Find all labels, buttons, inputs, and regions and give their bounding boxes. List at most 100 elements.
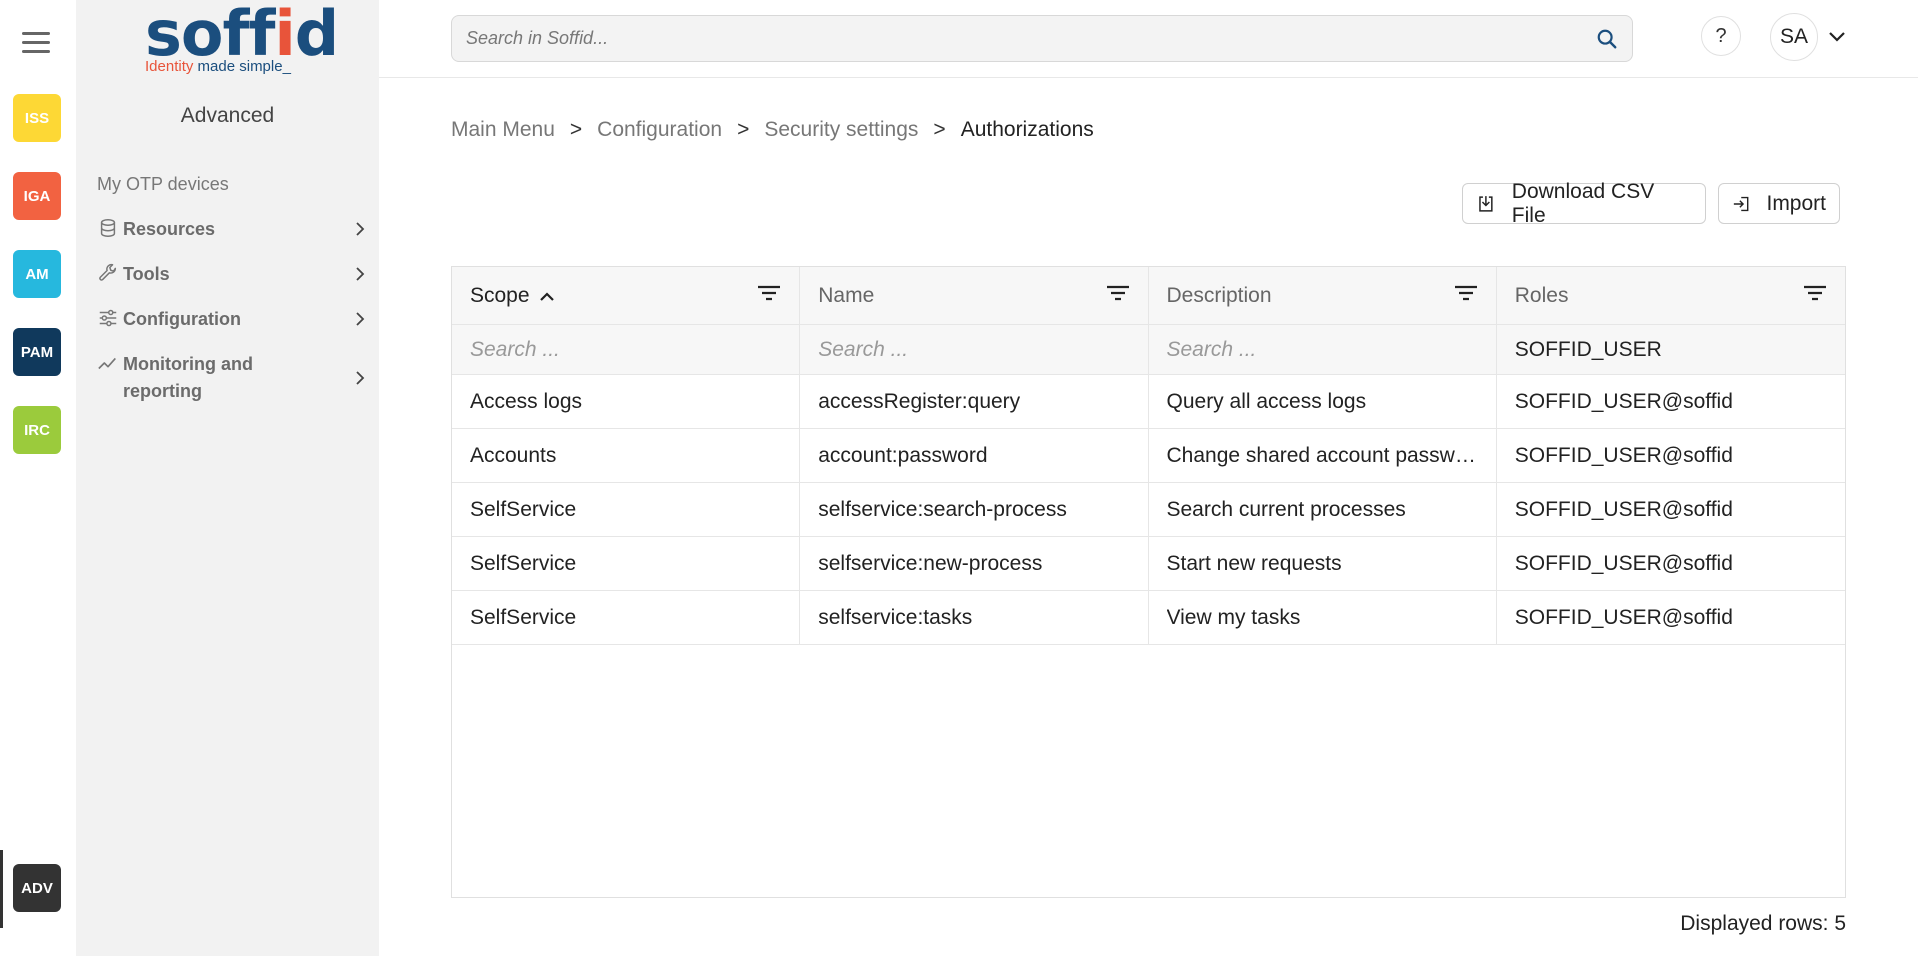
- cell-description: Query all access logs: [1149, 375, 1497, 428]
- chart-line-icon: [98, 357, 116, 370]
- table-row[interactable]: Access logs accessRegister:query Query a…: [452, 375, 1845, 429]
- cell-description-text: Change shared account passwords: [1166, 443, 1477, 467]
- cell-description-text: Search current processes: [1166, 497, 1406, 521]
- cell-roles: SOFFID_USER@soffid: [1514, 389, 1733, 413]
- download-icon: [1479, 195, 1493, 212]
- search-icon[interactable]: [1596, 28, 1618, 50]
- sidebar-item-configuration[interactable]: Configuration: [97, 306, 367, 333]
- breadcrumb-separator: >: [569, 118, 583, 141]
- cell-roles: SOFFID_USER@soffid: [1514, 443, 1733, 467]
- download-csv-button[interactable]: Download CSV File: [1462, 180, 1706, 227]
- chevron-right-icon: [356, 371, 365, 385]
- breadcrumb-separator: >: [933, 118, 946, 141]
- app-tile-iss[interactable]: ISS: [13, 94, 61, 142]
- app-tile-iga[interactable]: IGA: [13, 172, 61, 220]
- logo-tagline-b: made simple_: [193, 58, 291, 75]
- filter-cell-description: [1149, 325, 1497, 374]
- app-tile-pam[interactable]: PAM: [13, 328, 61, 376]
- cell-name: accessRegister:query: [800, 375, 1149, 428]
- cell-scope: SelfService: [452, 537, 801, 590]
- app-rail: ISS IGA AM PAM IRC ADV: [0, 0, 76, 956]
- table-row[interactable]: Accounts account:password Change shared …: [452, 429, 1845, 483]
- column-header-scope[interactable]: Scope: [452, 267, 801, 324]
- cell-description: View my tasks: [1149, 591, 1497, 644]
- sort-ascending-icon: [539, 291, 554, 301]
- cell-description-text: View my tasks: [1166, 605, 1301, 629]
- import-button[interactable]: Import: [1718, 183, 1840, 224]
- global-search: [451, 15, 1633, 62]
- cell-scope: SelfService: [452, 483, 801, 536]
- top-bar: ? SA: [379, 0, 1918, 78]
- table-header-row: Scope Name Description Roles: [452, 267, 1845, 325]
- soffid-logo[interactable]: soffid Identity made simple_: [145, 0, 339, 78]
- cell-description: Search current processes: [1149, 483, 1497, 536]
- cell-name: selfservice:tasks: [800, 591, 1149, 644]
- sidebar-item-tools[interactable]: Tools: [97, 261, 367, 288]
- cell-description-text: Start new requests: [1166, 551, 1342, 575]
- app-tile-irc[interactable]: IRC: [13, 406, 61, 454]
- cell-roles: SOFFID_USER@soffid: [1514, 605, 1733, 629]
- app-tile-am[interactable]: AM: [13, 250, 61, 298]
- chevron-right-icon: [356, 312, 365, 326]
- sidebar-link-otp-devices[interactable]: My OTP devices: [97, 174, 229, 195]
- sidebar-title: Advanced: [180, 104, 275, 127]
- import-label: Import: [1766, 191, 1826, 215]
- filter-input-scope[interactable]: [470, 337, 790, 362]
- hamburger-menu-icon[interactable]: [22, 32, 50, 54]
- breadcrumb-current-page: Authorizations: [960, 118, 1094, 141]
- import-icon: [1733, 196, 1749, 211]
- column-header-label: Scope: [470, 283, 530, 307]
- sidebar-item-label: Configuration: [123, 309, 241, 329]
- filter-icon[interactable]: [1803, 284, 1827, 302]
- chevron-right-icon: [356, 267, 365, 281]
- breadcrumb: Main Menu > Configuration > Security setting…: [451, 118, 1094, 142]
- cell-roles: SOFFID_USER@soffid: [1514, 551, 1733, 575]
- breadcrumb-configuration[interactable]: Configuration: [597, 118, 722, 141]
- column-header-description[interactable]: Description: [1149, 267, 1497, 324]
- cell-name: selfservice:new-process: [800, 537, 1149, 590]
- column-header-label: Roles: [1514, 283, 1569, 307]
- help-button[interactable]: ?: [1701, 16, 1741, 56]
- table-filter-row: [452, 325, 1845, 375]
- sidebar-item-resources[interactable]: Resources: [97, 216, 367, 243]
- table-row[interactable]: SelfService selfservice:search-process S…: [452, 483, 1845, 537]
- user-avatar[interactable]: SA: [1770, 13, 1818, 61]
- filter-icon[interactable]: [1106, 284, 1130, 302]
- cell-description: Start new requests: [1149, 537, 1497, 590]
- authorizations-table: Scope Name Description Roles Access logs…: [451, 266, 1846, 898]
- app-tile-adv[interactable]: ADV: [13, 864, 61, 912]
- filter-input-roles[interactable]: [1514, 337, 1835, 362]
- breadcrumb-separator: >: [737, 118, 750, 141]
- active-app-indicator: ADV: [0, 850, 76, 928]
- cell-description-text: Query all access logs: [1166, 389, 1367, 413]
- sidebar: soffid Identity made simple_ Advanced My…: [76, 0, 379, 956]
- table-row[interactable]: SelfService selfservice:tasks View my ta…: [452, 591, 1845, 645]
- cell-description: Change shared account passwords: [1149, 429, 1497, 482]
- filter-input-description[interactable]: [1166, 337, 1487, 362]
- filter-cell-name: [800, 325, 1149, 374]
- cell-scope: SelfService: [452, 591, 801, 644]
- column-header-name[interactable]: Name: [800, 267, 1149, 324]
- search-input[interactable]: [466, 16, 1566, 61]
- breadcrumb-security-settings[interactable]: Security settings: [764, 118, 918, 141]
- filter-icon[interactable]: [1454, 284, 1478, 302]
- chevron-down-icon[interactable]: [1827, 27, 1847, 47]
- cell-name: account:password: [800, 429, 1149, 482]
- filter-cell-scope: [452, 325, 801, 374]
- displayed-rows-count: Displayed rows: 5: [1680, 912, 1846, 935]
- sliders-icon: [99, 309, 117, 327]
- table-row[interactable]: SelfService selfservice:new-process Star…: [452, 537, 1845, 591]
- filter-input-name[interactable]: [818, 337, 1139, 362]
- chevron-right-icon: [356, 222, 365, 236]
- database-icon: [100, 219, 116, 237]
- sidebar-item-label: Resources: [123, 219, 216, 239]
- wrench-icon: [99, 263, 117, 281]
- cell-scope: Access logs: [452, 375, 801, 428]
- sidebar-item-monitoring[interactable]: Monitoring and reporting: [97, 351, 367, 405]
- cell-scope: Accounts: [452, 429, 801, 482]
- filter-cell-roles: [1497, 325, 1845, 374]
- breadcrumb-main-menu[interactable]: Main Menu: [451, 118, 555, 141]
- logo-word-d: d: [294, 0, 339, 70]
- column-header-roles[interactable]: Roles: [1497, 267, 1845, 324]
- filter-icon[interactable]: [757, 284, 781, 302]
